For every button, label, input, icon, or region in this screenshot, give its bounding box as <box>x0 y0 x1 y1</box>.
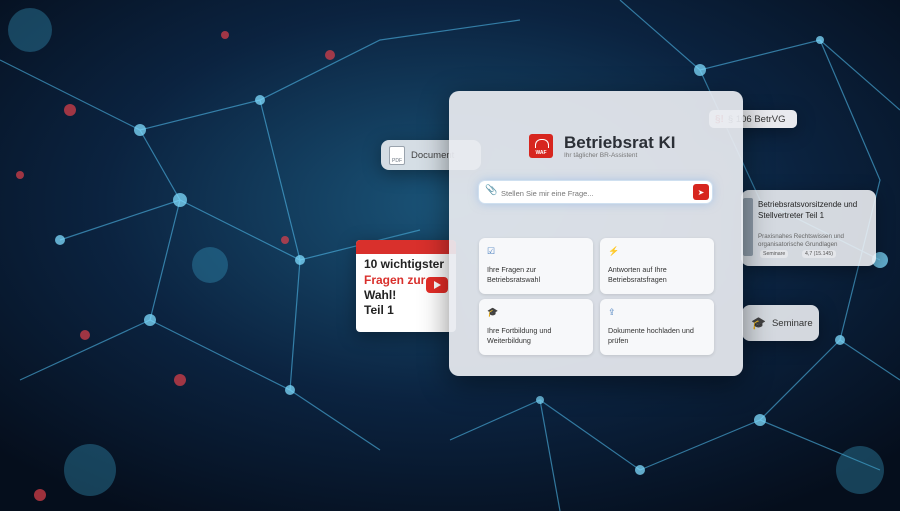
seminar-rating: 4,7 (15.145) <box>802 250 836 258</box>
paperclip-icon[interactable]: 📎 <box>485 185 497 196</box>
graduation-cap-icon: 🎓 <box>487 307 499 317</box>
play-icon[interactable] <box>426 277 448 293</box>
seminar-title: Betriebsratsvorsitzende und Stellvertret… <box>758 200 858 220</box>
video-title-line-1: 10 wichtigster <box>364 257 445 271</box>
document-chip-label: Document <box>411 149 455 161</box>
send-icon[interactable]: ➤ <box>693 184 709 200</box>
seminar-description: Praxisnahes Rechtswissen und organisator… <box>758 233 844 249</box>
video-thumbnail[interactable]: 10 wichtigster Fragen zur Wahl! Teil 1 <box>356 240 456 332</box>
quick-action-label: Dokumente hochladen und prüfen <box>608 326 694 346</box>
checkbox-icon: ☑ <box>487 246 496 256</box>
quick-action-fortbildung[interactable]: 🎓 Ihre Fortbildung und Weiterbildung <box>479 299 593 355</box>
app-subtitle: Ihr täglicher BR-Assistent <box>564 152 638 159</box>
assistant-window: WAF Betriebsrat KI Ihr täglicher BR-Assi… <box>449 91 743 376</box>
quick-action-betriebsratsfragen[interactable]: ⚡ Antworten auf Ihre Betriebsratsfragen <box>600 238 714 294</box>
video-title-line-4: Teil 1 <box>364 303 394 317</box>
app-title: Betriebsrat KI <box>564 133 676 152</box>
seminare-button-label: Seminare <box>771 317 813 329</box>
seminar-thumbnail <box>743 198 753 256</box>
video-title-line-2: Fragen zur <box>364 273 426 287</box>
upload-icon: ⇪ <box>608 307 616 317</box>
seminar-tag: Seminare <box>760 250 789 258</box>
logo-text: WAF <box>535 150 547 156</box>
graduation-cap-icon: 🎓 <box>751 316 766 330</box>
quick-action-label: Ihre Fortbildung und Weiterbildung <box>487 326 552 346</box>
quick-action-dokumente[interactable]: ⇪ Dokumente hochladen und prüfen <box>600 299 714 355</box>
thumbnail-banner <box>356 240 456 254</box>
lightning-icon: ⚡ <box>608 246 620 256</box>
seminar-card[interactable]: Betriebsratsvorsitzende und Stellvertret… <box>741 190 876 266</box>
app-logo: WAF <box>529 134 553 158</box>
seminare-button[interactable]: 🎓 Seminare <box>742 305 819 341</box>
video-title-line-3: Wahl! <box>364 288 397 302</box>
question-input[interactable] <box>499 184 683 202</box>
quick-action-betriebsratswahl[interactable]: ☑ Ihre Fragen zur Betriebsratswahl <box>479 238 593 294</box>
quick-action-label: Antworten auf Ihre Betriebsratsfragen <box>608 265 667 285</box>
quick-action-label: Ihre Fragen zur Betriebsratswahl <box>487 265 541 285</box>
pdf-icon: PDF <box>389 145 405 165</box>
question-search-bar: 📎 ➤ <box>479 181 712 203</box>
